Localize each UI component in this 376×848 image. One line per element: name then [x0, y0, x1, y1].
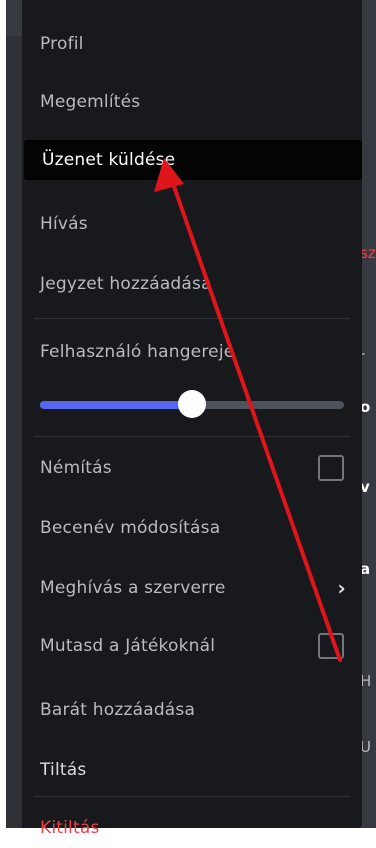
chevron-right-icon: › [337, 576, 346, 600]
menu-item-call[interactable]: Hívás [22, 204, 362, 244]
background-text-fragment: o [360, 398, 371, 416]
menu-item-label: Hívás [40, 214, 88, 234]
menu-item-label: Megemlítés [40, 92, 141, 112]
background-text-fragment: - [360, 344, 366, 362]
show-in-games-checkbox[interactable] [318, 633, 344, 659]
menu-item-invite-to-server[interactable]: Meghívás a szerverre › [22, 568, 362, 608]
menu-item-change-nickname[interactable]: Becenév módosítása [22, 508, 362, 548]
menu-item-label: Tiltás [40, 760, 87, 780]
mute-checkbox[interactable] [318, 455, 344, 481]
menu-item-mute[interactable]: Némítás [22, 448, 362, 488]
menu-item-add-note[interactable]: Jegyzet hozzáadása [22, 264, 362, 304]
menu-item-label: Kitiltás [40, 818, 100, 838]
menu-item-label: Barát hozzáadása [40, 700, 196, 720]
menu-divider [34, 796, 350, 797]
menu-divider [34, 436, 350, 437]
menu-item-profile[interactable]: Profil [22, 24, 362, 64]
background-text-fragment: v [360, 478, 370, 496]
menu-item-label: Némítás [40, 458, 112, 478]
menu-divider [34, 318, 350, 319]
screenshot-frame: sz - o v a H U Profil Megemlítés Üzenet … [0, 0, 376, 838]
slider-fill [40, 401, 192, 409]
menu-item-block[interactable]: Tiltás [22, 750, 362, 790]
menu-item-send-message[interactable]: Üzenet küldése [24, 140, 362, 180]
menu-item-label: Becenév módosítása [40, 518, 221, 538]
user-volume-slider[interactable] [40, 390, 344, 418]
menu-item-label: Mutasd a Játékoknál [40, 636, 216, 656]
menu-item-add-friend[interactable]: Barát hozzáadása [22, 690, 362, 730]
background-text-fragment: U [360, 738, 371, 756]
menu-item-mention[interactable]: Megemlítés [22, 82, 362, 122]
background-text-fragment: sz [360, 244, 376, 262]
menu-item-label: Felhasználó hangereje [40, 342, 235, 362]
background-text-fragment: H [360, 672, 372, 690]
menu-item-ban[interactable]: Kitiltás [22, 808, 362, 848]
menu-item-user-volume-label: Felhasználó hangereje [22, 332, 362, 372]
menu-item-label: Jegyzet hozzáadása [40, 274, 212, 294]
menu-item-label: Profil [40, 34, 84, 54]
slider-thumb[interactable] [178, 390, 206, 418]
background-text-fragment: a [360, 560, 371, 578]
background-sidebar [6, 36, 22, 828]
menu-item-label: Meghívás a szerverre [40, 578, 226, 598]
menu-item-label: Üzenet küldése [42, 150, 176, 170]
user-context-menu: Profil Megemlítés Üzenet küldése Hívás J… [22, 0, 362, 838]
menu-item-show-in-games[interactable]: Mutasd a Játékoknál [22, 626, 362, 666]
